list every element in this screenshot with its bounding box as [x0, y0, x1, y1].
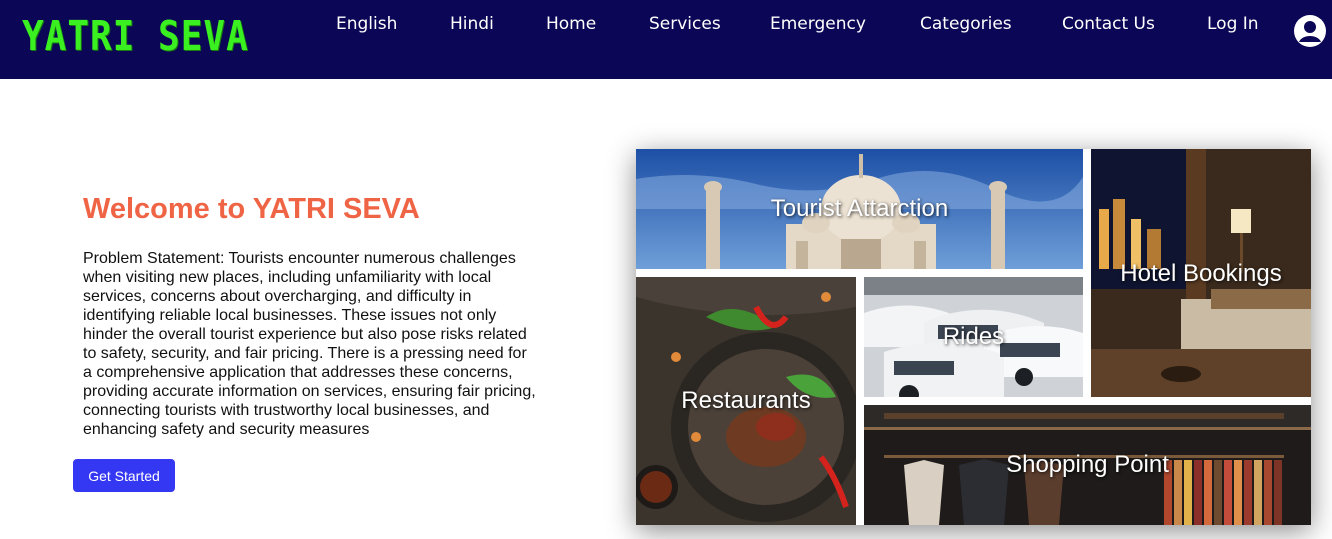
nav-contact-us[interactable]: Contact Us: [1062, 14, 1155, 34]
nav-hindi[interactable]: Hindi: [450, 14, 494, 34]
nav-english[interactable]: English: [336, 14, 397, 34]
tile-label-rides: Rides: [942, 323, 1005, 350]
page-title: Welcome to YATRI SEVA: [83, 193, 420, 225]
nav-emergency[interactable]: Emergency: [770, 14, 866, 34]
navbar: YATRI SEVA English Hindi Home Services E…: [0, 0, 1332, 79]
nav-log-in[interactable]: Log In: [1207, 14, 1259, 34]
tile-restaurants[interactable]: Restaurants: [636, 277, 856, 525]
tile-rides[interactable]: Rides: [864, 277, 1083, 397]
site-logo[interactable]: YATRI SEVA: [22, 13, 249, 60]
tile-label-tourist: Tourist Attarction: [770, 195, 949, 222]
category-collage: Tourist Attarction Hotel Bookings Rides …: [636, 149, 1311, 525]
tile-label-hotel: Hotel Bookings: [1120, 260, 1282, 287]
tile-label-restaurants: Restaurants: [681, 387, 811, 414]
nav-categories[interactable]: Categories: [920, 14, 1012, 34]
tile-hotel-bookings[interactable]: Hotel Bookings: [1091, 149, 1311, 397]
tile-label-shopping: Shopping Point: [1006, 451, 1169, 478]
tile-tourist-attraction[interactable]: Tourist Attarction: [636, 149, 1083, 269]
tile-shopping-point[interactable]: Shopping Point: [864, 405, 1311, 525]
problem-statement: Problem Statement: Tourists encounter nu…: [83, 250, 536, 438]
nav-services[interactable]: Services: [649, 14, 721, 34]
nav-home[interactable]: Home: [546, 14, 596, 34]
get-started-button[interactable]: Get Started: [73, 459, 175, 492]
user-circle-icon[interactable]: [1294, 15, 1326, 47]
